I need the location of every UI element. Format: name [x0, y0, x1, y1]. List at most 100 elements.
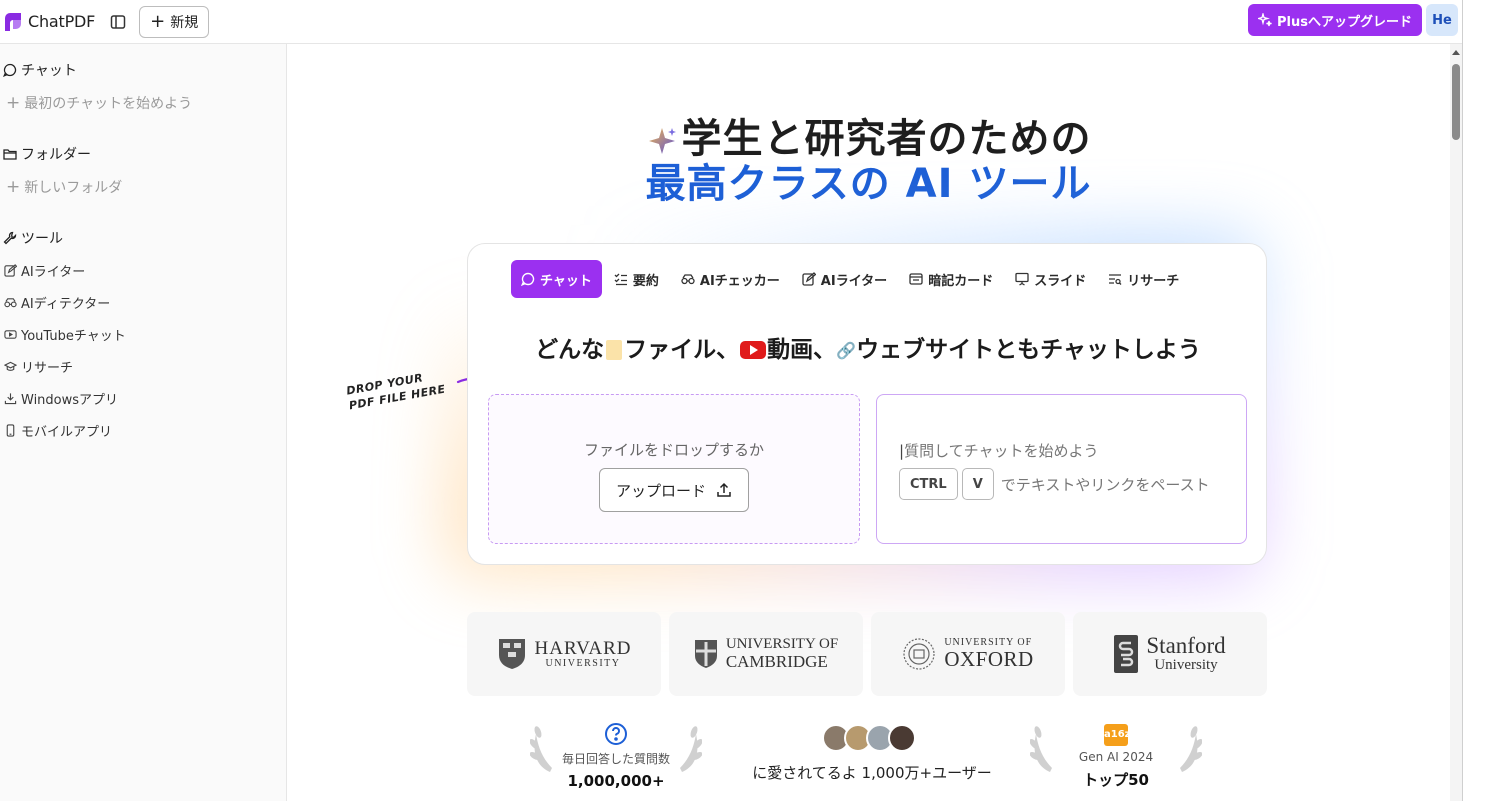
file-dropzone[interactable]: ファイルをドロップするか アップロード — [488, 394, 860, 544]
tab-label: AIチェッカー — [699, 273, 780, 289]
sidebar-item-windows-app[interactable]: Windowsアプリ — [4, 389, 118, 408]
scroll-up-icon[interactable] — [1452, 50, 1460, 55]
title-part3: 動画、 — [767, 337, 837, 363]
title-part2: ファイル、 — [624, 337, 740, 363]
tab-flashcards[interactable]: 暗記カード — [899, 260, 1003, 298]
youtube-icon — [4, 330, 17, 339]
tool-card: チャット 要約 AIチェッカー AIライター 暗記カード スライド リサーチ ど… — [467, 243, 1267, 565]
tab-slides[interactable]: スライド — [1005, 260, 1096, 298]
a16z-logo: a16z — [1104, 724, 1130, 746]
stanford-line1: Stanford — [1146, 633, 1226, 659]
checklist-icon — [614, 273, 627, 286]
chat-bubble-icon — [521, 272, 535, 286]
download-icon — [4, 393, 17, 405]
title-part4: ウェブサイトともチャットしよう — [856, 337, 1201, 363]
research-icon — [1109, 274, 1122, 285]
youtube-icon — [740, 341, 767, 359]
sidebar-section-chat: チャット — [3, 60, 77, 80]
paste-hint-text: でテキストやリンクをペースト — [1000, 475, 1210, 494]
plus-icon: + — [6, 176, 21, 197]
tab-summary[interactable]: 要約 — [604, 260, 669, 298]
app-name: ChatPDF — [28, 12, 96, 31]
tab-ai-writer[interactable]: AIライター — [792, 260, 897, 298]
sidebar-panel-icon — [110, 14, 126, 29]
pencil-icon — [802, 272, 816, 286]
tab-research[interactable]: リサーチ — [1098, 260, 1189, 298]
wrench-icon — [3, 231, 17, 245]
sidebar-item-ai-writer[interactable]: AIライター — [4, 261, 85, 280]
tab-ai-checker[interactable]: AIチェッカー — [671, 260, 790, 298]
tab-chat[interactable]: チャット — [511, 260, 602, 298]
flashcard-icon — [909, 273, 923, 285]
sidebar-section-tools: ツール — [3, 228, 63, 248]
ctrl-key: CTRL — [899, 468, 958, 500]
presentation-icon — [1015, 272, 1029, 286]
app-logo[interactable]: ChatPDF — [2, 11, 95, 33]
sidebar-item-label: AIディテクター — [21, 297, 111, 312]
tool-tabs: チャット 要約 AIチェッカー AIライター 暗記カード スライド リサーチ — [511, 260, 1191, 298]
cambridge-line2: CAMBRIDGE — [725, 651, 828, 671]
new-chat-label: 新規 — [170, 14, 199, 31]
stanford-line2: University — [1154, 657, 1218, 674]
sidebar-item-label: AIライター — [21, 265, 86, 280]
start-first-chat-link[interactable]: + 最初のチャットを始めよう — [6, 93, 192, 113]
title-part1: どんな — [535, 337, 605, 363]
upload-button[interactable]: アップロード — [599, 468, 749, 512]
user-faces — [727, 724, 1017, 752]
harvard-sub: UNIVERSITY — [545, 657, 621, 669]
user-avatar[interactable]: He — [1426, 4, 1458, 36]
chat-input-box[interactable]: |質問してチャットを始めよう CTRL V でテキストやリンクをペースト — [876, 394, 1247, 544]
cambridge-logo: UNIVERSITY OF CAMBRIDGE — [669, 612, 863, 696]
scroll-thumb[interactable] — [1452, 64, 1460, 140]
chat-section-label: チャット — [21, 63, 77, 79]
stanford-wordmark: Stanford University — [1146, 633, 1226, 674]
hero-title-line2: 最高クラスの AI ツール — [645, 161, 1092, 207]
drop-label: ファイルをドロップするか — [583, 441, 764, 459]
sidebar-item-label: モバイルアプリ — [21, 425, 113, 440]
oxford-wordmark: UNIVERSITY OF OXFORD — [944, 637, 1034, 672]
award-stat: a16z Gen AI 2024 トップ50 — [1030, 722, 1202, 790]
link-icon: 🔗 — [836, 341, 857, 360]
sparkles-icon — [1258, 13, 1272, 27]
upgrade-button[interactable]: Plusへアップグレード — [1248, 4, 1422, 36]
v-key: V — [961, 468, 994, 500]
sidebar-section-folders: フォルダー — [3, 144, 91, 164]
laurel-right-icon — [680, 726, 702, 772]
sidebar-item-mobile-app[interactable]: モバイルアプリ — [4, 421, 112, 440]
pencil-icon — [4, 264, 17, 277]
oxford-seal-icon — [903, 638, 935, 670]
tab-label: 要約 — [632, 273, 659, 289]
sidebar: チャット + 最初のチャットを始めよう フォルダー + 新しいフォルダ ツール … — [0, 44, 287, 801]
oxford-line2: OXFORD — [944, 647, 1034, 672]
chat-placeholder-text: 質問してチャットを始めよう — [904, 442, 1099, 460]
harvard-shield-icon — [498, 639, 525, 669]
sidebar-item-youtube-chat[interactable]: YouTubeチャット — [4, 325, 126, 344]
new-folder-link[interactable]: + 新しいフォルダ — [6, 177, 122, 197]
sidebar-item-label: リサーチ — [21, 361, 74, 376]
sidebar-item-research[interactable]: リサーチ — [4, 357, 73, 376]
cambridge-line1: UNIVERSITY OF — [725, 636, 839, 653]
paste-shortcut-hint: CTRL V でテキストやリンクをペースト — [899, 468, 1210, 500]
university-logos: HARVARD UNIVERSITY UNIVERSITY OF CAMBRID… — [467, 612, 1267, 696]
users-text: に愛されてるよ 1,000万+ユーザー — [752, 764, 992, 782]
card-title: どんな ファイル、 動画、🔗ウェブサイトともチャットしよう — [468, 330, 1268, 364]
stanford-logo: Stanford University — [1073, 612, 1267, 696]
sidebar-toggle-button[interactable] — [109, 13, 127, 31]
oxford-logo: UNIVERSITY OF OXFORD — [871, 612, 1065, 696]
chatpdf-logo-icon — [5, 12, 21, 31]
new-chat-button[interactable]: + 新規 — [139, 5, 210, 38]
chat-input-placeholder[interactable]: |質問してチャットを始めよう — [899, 440, 1098, 461]
cambridge-wordmark: UNIVERSITY OF CAMBRIDGE — [725, 636, 839, 671]
start-first-chat-label: 最初のチャットを始めよう — [24, 96, 193, 112]
tools-section-label: ツール — [21, 231, 63, 247]
questions-value: 1,000,000+ — [567, 772, 665, 790]
laurel-right-icon — [1180, 726, 1202, 772]
main-scrollbar[interactable] — [1450, 44, 1462, 801]
tab-label: チャット — [540, 273, 592, 289]
sidebar-item-label: Windowsアプリ — [21, 393, 119, 408]
sidebar-item-ai-detector[interactable]: AIディテクター — [4, 293, 110, 312]
phone-icon — [6, 424, 15, 437]
question-circle-icon — [605, 723, 627, 745]
cambridge-crest-icon — [694, 640, 717, 668]
upload-label: アップロード — [615, 481, 706, 500]
